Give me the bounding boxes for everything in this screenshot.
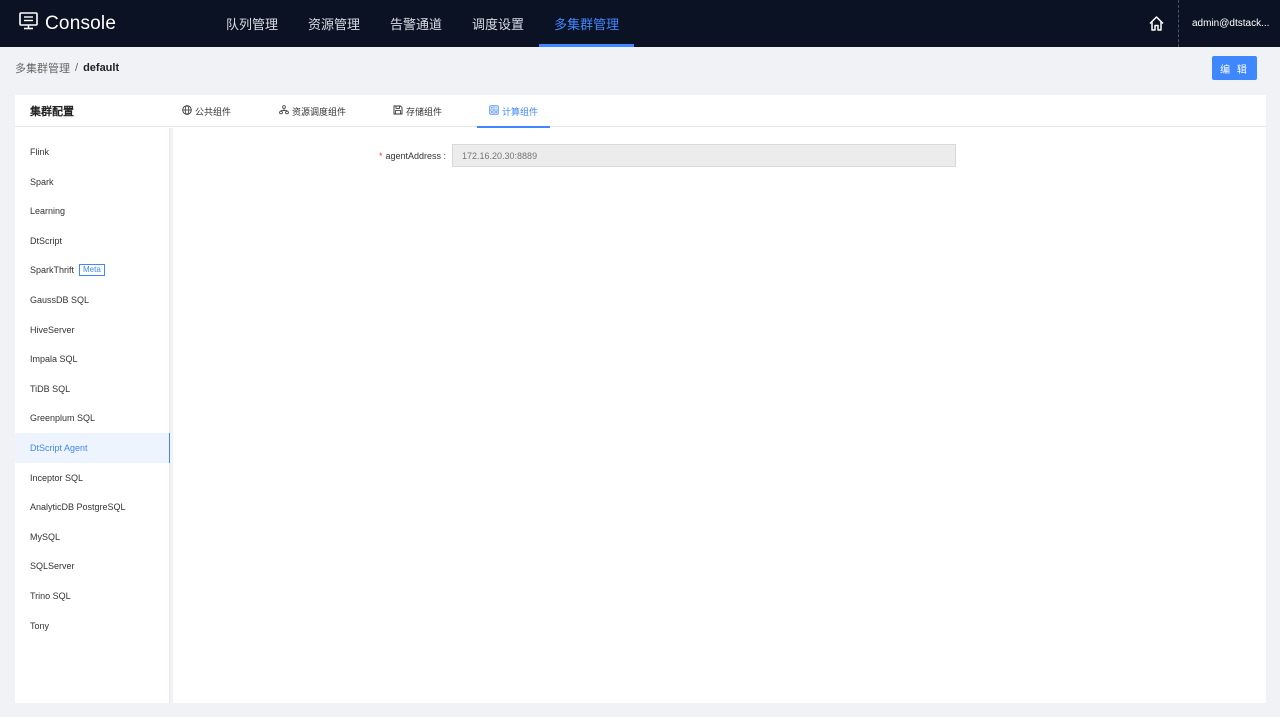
cluster-config-panel: 集群配置 公共组件 资源调度组件 存储组件 计算组件 Flink Spark L… — [15, 95, 1266, 703]
sidebar-item-tidb[interactable]: TiDB SQL — [15, 374, 170, 404]
monitor-icon — [19, 12, 45, 35]
nav-item-queue[interactable]: 队列管理 — [211, 0, 293, 47]
sidebar-item-dtscript-agent[interactable]: DtScript Agent — [15, 433, 171, 463]
edit-button[interactable]: 编 辑 — [1212, 56, 1257, 80]
required-mark: * — [378, 150, 383, 161]
agent-address-row: * agentAddress : — [375, 144, 956, 167]
tab-common-components[interactable]: 公共组件 — [170, 95, 243, 127]
save-icon — [393, 105, 406, 117]
main-nav: 队列管理 资源管理 告警通道 调度设置 多集群管理 — [211, 0, 635, 47]
breadcrumb-parent[interactable]: 多集群管理 — [15, 60, 70, 76]
breadcrumb: 多集群管理 / default — [15, 61, 119, 75]
cluster-icon — [279, 105, 292, 117]
sidebar-item-label: MySQL — [30, 532, 61, 542]
tab-resource-scheduling[interactable]: 资源调度组件 — [267, 95, 358, 127]
sidebar-item-label: Flink — [30, 147, 50, 157]
breadcrumb-separator: / — [75, 62, 79, 74]
panel-title: 集群配置 — [30, 106, 74, 118]
sidebar-item-sparkthrift[interactable]: SparkThrift Meta — [15, 255, 170, 285]
nav-item-resource[interactable]: 资源管理 — [293, 0, 375, 47]
agent-address-input[interactable] — [452, 144, 956, 167]
sidebar-item-sqlserver[interactable]: SQLServer — [15, 551, 170, 581]
sidebar-item-label: Learning — [30, 206, 66, 216]
sidebar-item-flink[interactable]: Flink — [15, 137, 170, 167]
sidebar-item-label: Inceptor SQL — [30, 473, 84, 483]
tab-label: 资源调度组件 — [292, 106, 347, 117]
tab-label: 存储组件 — [406, 106, 443, 117]
sidebar-item-tony[interactable]: Tony — [15, 611, 170, 641]
sidebar-item-label: Trino SQL — [30, 591, 71, 601]
tab-label: 公共组件 — [195, 106, 232, 117]
brand-text: Console — [45, 12, 117, 34]
tab-storage-components[interactable]: 存储组件 — [381, 95, 454, 127]
sidebar-item-label: Spark — [30, 177, 54, 187]
sidebar-item-inceptor[interactable]: Inceptor SQL — [15, 463, 170, 493]
globe-icon — [182, 105, 195, 117]
sidebar-item-dtscript[interactable]: DtScript — [15, 226, 170, 256]
tab-label: 计算组件 — [502, 106, 539, 117]
sidebar-item-learning[interactable]: Learning — [15, 196, 170, 226]
nav-item-multi-cluster[interactable]: 多集群管理 — [539, 0, 635, 47]
home-icon[interactable] — [1148, 15, 1165, 32]
sidebar-item-label: DtScript Agent — [30, 443, 88, 453]
sidebar-item-label: DtScript — [30, 236, 63, 246]
sidebar-item-label: AnalyticDB PostgreSQL — [30, 502, 126, 512]
sidebar-item-mysql[interactable]: MySQL — [15, 522, 170, 552]
component-sidebar: Flink Spark Learning DtScript SparkThrif… — [15, 128, 171, 703]
sidebar-item-label: TiDB SQL — [30, 384, 71, 394]
meta-badge: Meta — [79, 264, 105, 276]
top-nav-bar: Console 队列管理 资源管理 告警通道 调度设置 多集群管理 admin@… — [0, 0, 1280, 47]
sidebar-item-analyticdb[interactable]: AnalyticDB PostgreSQL — [15, 492, 170, 522]
calculator-icon — [489, 105, 502, 117]
sidebar-item-trino[interactable]: Trino SQL — [15, 581, 170, 611]
nav-item-schedule[interactable]: 调度设置 — [457, 0, 539, 47]
breadcrumb-current: default — [83, 62, 120, 74]
sidebar-item-label: GaussDB SQL — [30, 295, 90, 305]
sidebar-item-impala[interactable]: Impala SQL — [15, 344, 170, 374]
user-menu[interactable]: admin@dtstack... — [1192, 0, 1272, 47]
sidebar-item-label: HiveServer — [30, 325, 75, 335]
sidebar-item-label: Tony — [30, 621, 50, 631]
panel-header: 集群配置 公共组件 资源调度组件 存储组件 计算组件 — [15, 95, 1266, 128]
sidebar-divider — [170, 128, 173, 703]
nav-item-alert[interactable]: 告警通道 — [375, 0, 457, 47]
sidebar-item-label: Impala SQL — [30, 354, 78, 364]
sidebar-item-hiveserver[interactable]: HiveServer — [15, 315, 170, 345]
tab-compute-components[interactable]: 计算组件 — [477, 95, 551, 128]
nav-divider — [1178, 0, 1179, 47]
sidebar-item-greenplum[interactable]: Greenplum SQL — [15, 403, 170, 433]
sidebar-item-spark[interactable]: Spark — [15, 167, 170, 197]
brand-logo[interactable]: Console — [19, 0, 116, 47]
agent-address-label: * agentAddress : — [375, 151, 452, 161]
sidebar-item-label: SQLServer — [30, 561, 75, 571]
sidebar-item-label: Greenplum SQL — [30, 413, 96, 423]
sidebar-item-label: SparkThrift — [30, 265, 75, 275]
sidebar-item-gaussdb[interactable]: GaussDB SQL — [15, 285, 170, 315]
agent-address-label-text: agentAddress : — [385, 150, 446, 161]
